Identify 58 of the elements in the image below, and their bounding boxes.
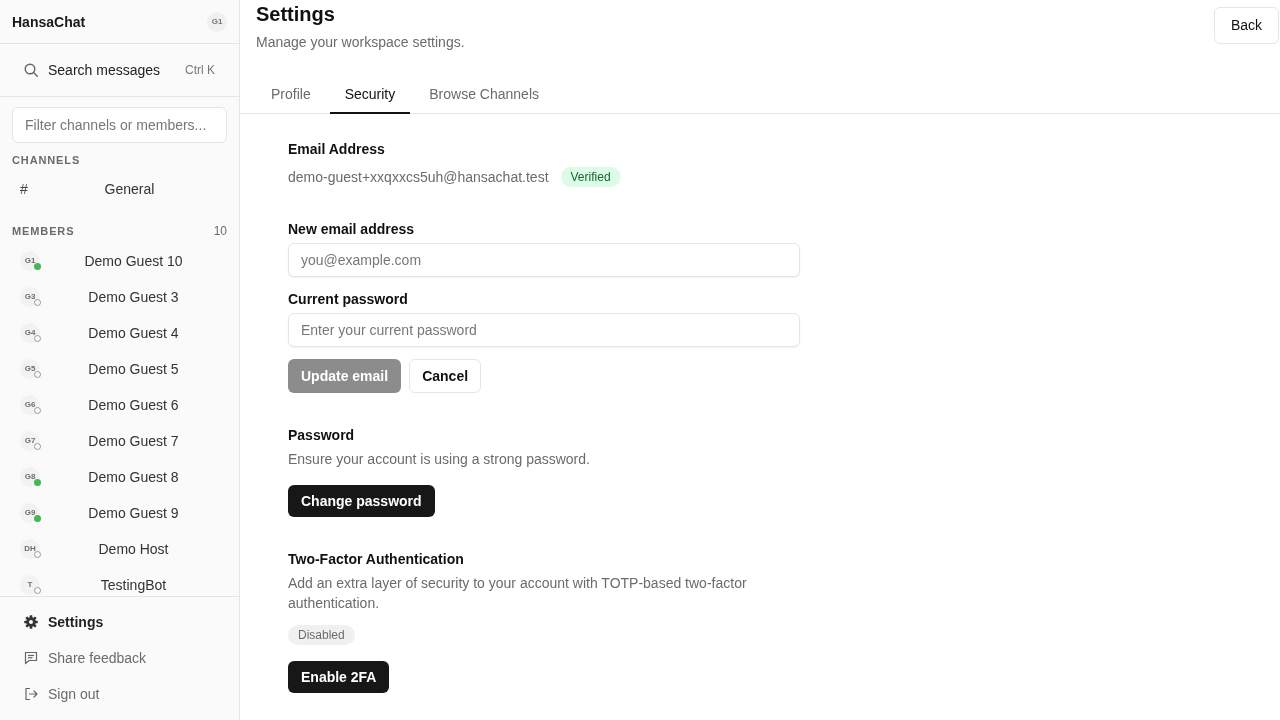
member-item[interactable]: G7 Demo Guest 7	[12, 423, 227, 460]
member-item[interactable]: G6 Demo Guest 6	[12, 387, 227, 424]
avatar: G6	[20, 395, 40, 416]
status-badge: Verified	[560, 167, 621, 187]
secondary-button[interactable]: Cancel	[409, 359, 482, 393]
member-item[interactable]: G1 Demo Guest 10	[12, 243, 227, 280]
section-description: Add an extra layer of security to your account with TOTP-based two-factor authentication.	[288, 574, 748, 613]
shortcut-hint: Ctrl K	[185, 62, 215, 79]
sidebar-link[interactable]: Settings	[12, 604, 227, 640]
avatar: DH	[20, 539, 40, 560]
tab[interactable]: Profile	[256, 76, 326, 114]
channel-item[interactable]: # General	[12, 172, 227, 208]
primary-button[interactable]: Change password	[288, 485, 435, 517]
avatar: G9	[20, 503, 40, 524]
sidebar-link[interactable]: Share feedback	[12, 640, 227, 676]
member-item[interactable]: G8 Demo Guest 8	[12, 459, 227, 496]
avatar: G5	[20, 359, 40, 380]
sign-out-icon	[24, 687, 38, 701]
member-item[interactable]: G5 Demo Guest 5	[12, 351, 227, 388]
section-title: Password	[288, 426, 356, 445]
section-heading: CHANNELS	[11, 153, 82, 167]
workspace-name: HansaChat	[12, 12, 86, 31]
search-button[interactable]: Search messages Ctrl K	[0, 44, 239, 97]
member-item[interactable]: G3 Demo Guest 3	[12, 279, 227, 316]
message-icon	[24, 651, 38, 665]
search-icon	[24, 63, 38, 77]
section-title: Two-Factor Authentication	[288, 550, 465, 569]
filter-field[interactable]: Filter channels or members...	[12, 107, 227, 143]
page-subtitle: Manage your workspace settings.	[256, 33, 465, 52]
tab[interactable]: Security	[329, 76, 411, 114]
tab[interactable]: Browse Channels	[414, 76, 554, 114]
input-field[interactable]: Enter your current password	[288, 313, 800, 347]
field-label: Current password	[288, 290, 409, 309]
avatar: G4	[20, 323, 40, 344]
field-label: New email address	[288, 220, 416, 239]
member-item[interactable]: DH Demo Host	[12, 531, 227, 568]
page-title: Settings	[256, 2, 336, 26]
avatar: G8	[20, 467, 40, 488]
hash-icon: #	[20, 179, 32, 201]
section-description: Ensure your account is using a strong password.	[288, 450, 591, 469]
avatar: T	[20, 575, 40, 596]
section-heading: MEMBERS	[12, 224, 75, 239]
value-text: demo-guest+xxqxxcs5uh@hansachat.test	[288, 168, 549, 187]
gear-icon	[24, 615, 38, 629]
sidebar-link[interactable]: Sign out	[12, 676, 227, 712]
primary-button[interactable]: Enable 2FA	[288, 661, 390, 693]
member-item[interactable]: G4 Demo Guest 4	[12, 315, 227, 352]
status-badge: Disabled	[288, 625, 355, 645]
member-item[interactable]: T TestingBot	[12, 567, 227, 596]
avatar: G3	[20, 287, 40, 308]
member-count: 10	[213, 224, 227, 239]
member-item[interactable]: G9 Demo Guest 9	[12, 495, 227, 532]
avatar: G1	[20, 251, 40, 272]
section-title: Email Address	[288, 140, 386, 159]
back-button[interactable]: Back	[1213, 7, 1279, 44]
input-field[interactable]: you@example.com	[288, 243, 800, 277]
avatar: G7	[20, 431, 40, 452]
user-avatar[interactable]: G1	[207, 11, 227, 32]
